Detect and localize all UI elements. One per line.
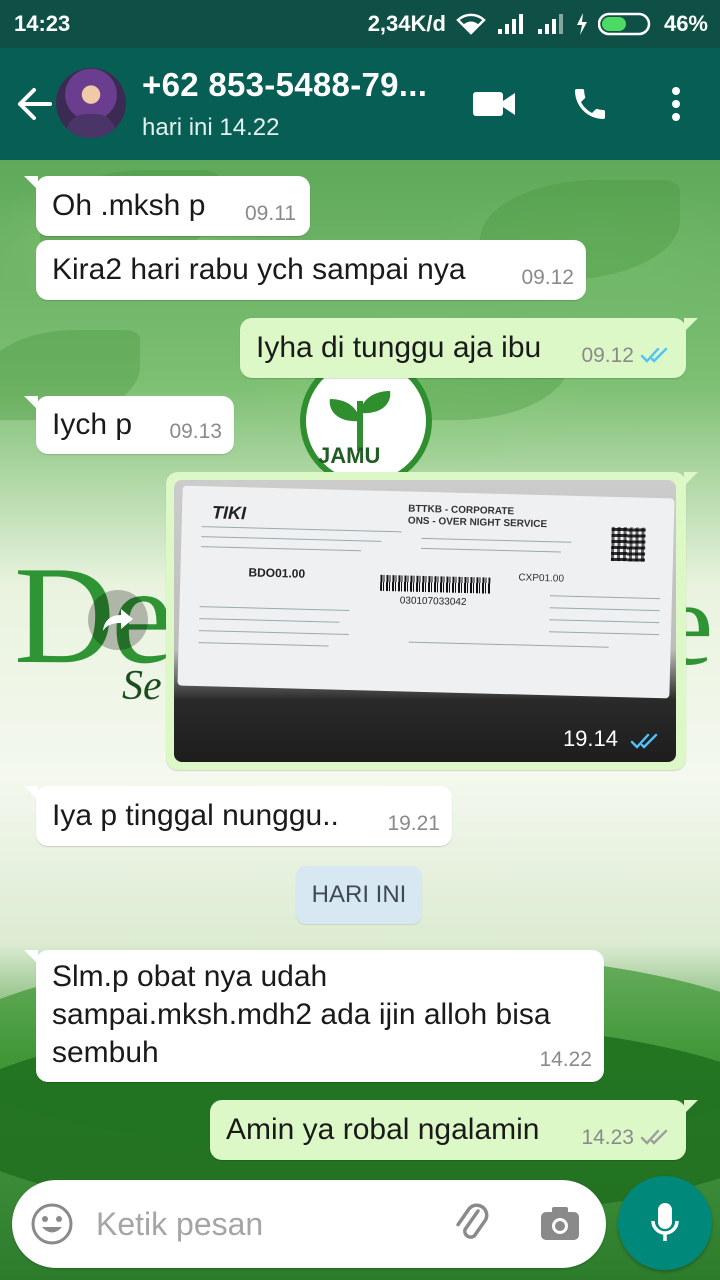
signal-icon-1: [497, 14, 523, 34]
status-time: 14:23: [14, 11, 71, 36]
message-time: 09.11: [245, 202, 296, 225]
barcode: [380, 574, 491, 594]
status-bar: 14:23 2,34K/d 46%: [0, 0, 720, 48]
chat-header: +62 853-5488-79... hari ini 14.22: [0, 48, 720, 160]
message-time: 19.21: [387, 812, 440, 835]
message-text: Oh .mksh p: [52, 189, 206, 222]
message-time: 19.14: [562, 726, 618, 751]
message-time: 09.13: [169, 420, 222, 443]
shipping-receipt: TIKI BTTKB - CORPORATE ONS - OVER NIGHT …: [177, 485, 675, 699]
microphone-icon: [651, 1203, 679, 1241]
message-time: 09.12: [521, 266, 574, 289]
receipt-company: BTTKB - CORPORATE ONS - OVER NIGHT SERVI…: [407, 503, 548, 531]
brand-tagline: Se: [122, 663, 162, 709]
battery-percent: 46%: [663, 11, 708, 36]
more-vertical-icon: [672, 87, 680, 121]
message-outgoing-image[interactable]: TIKI BTTKB - CORPORATE ONS - OVER NIGHT …: [166, 472, 698, 770]
read-ticks-icon: [630, 733, 658, 749]
wifi-icon: [456, 13, 486, 35]
message-text: Iyha di tunggu aja ibu: [256, 331, 542, 364]
message-line: Slm.p obat nya udah: [52, 960, 328, 993]
last-seen: hari ini 14.22: [142, 114, 280, 141]
delivered-ticks-icon: [640, 1129, 668, 1145]
menu-button[interactable]: [652, 80, 700, 128]
message-input[interactable]: Ketik pesan: [96, 1206, 263, 1243]
contact-name[interactable]: +62 853-5488-79...: [142, 66, 427, 104]
message-composer: Ketik pesan: [12, 1180, 606, 1268]
video-call-button[interactable]: [470, 80, 518, 128]
receipt-origin-code: BDO01.00: [248, 565, 306, 581]
message-text: Slm.p obat nya udah sampai.mksh.mdh2 ada…: [52, 958, 551, 1072]
message-incoming[interactable]: Oh .mksh p 09.11: [24, 176, 310, 236]
receipt-photo[interactable]: TIKI BTTKB - CORPORATE ONS - OVER NIGHT …: [174, 480, 676, 762]
message-text: Iych p: [52, 408, 133, 441]
message-line: sembuh: [52, 1036, 159, 1069]
barcode-number: 030107033042: [399, 595, 467, 609]
emoji-icon[interactable]: [30, 1202, 74, 1246]
status-icons: 2,34K/d 46%: [368, 11, 708, 37]
attach-icon[interactable]: [450, 1200, 496, 1246]
network-speed: 2,34K/d: [367, 11, 446, 36]
message-time: 14.22: [539, 1048, 592, 1071]
forward-button[interactable]: [88, 590, 148, 650]
message-incoming[interactable]: Slm.p obat nya udah sampai.mksh.mdh2 ada…: [24, 950, 604, 1082]
forward-arrow-icon: [103, 609, 133, 631]
voice-call-button[interactable]: [566, 80, 614, 128]
read-ticks-icon: [640, 347, 668, 363]
message-incoming[interactable]: Iych p 09.13: [24, 396, 234, 454]
receipt-logo: TIKI: [211, 502, 247, 524]
receipt-dest-code: CXP01.00: [518, 572, 565, 585]
charging-icon: [576, 13, 587, 35]
voice-record-button[interactable]: [618, 1176, 712, 1270]
message-text: Kira2 hari rabu ych sampai nya: [52, 253, 466, 286]
qr-code: [610, 526, 646, 562]
phone-icon: [575, 89, 605, 119]
message-incoming[interactable]: Iya p tinggal nunggu.. 19.21: [24, 786, 452, 846]
video-camera-icon: [473, 92, 515, 116]
message-outgoing[interactable]: Amin ya robal ngalamin 14.23: [210, 1100, 698, 1160]
contact-avatar[interactable]: [56, 68, 126, 138]
message-time: 14.23: [581, 1126, 634, 1149]
date-divider: HARI INI: [296, 866, 422, 924]
message-incoming[interactable]: Kira2 hari rabu ych sampai nya 09.12: [36, 240, 586, 300]
jamu-label: JAMU: [318, 443, 381, 468]
message-line: sampai.mksh.mdh2 ada ijin alloh bisa: [52, 998, 551, 1031]
signal-icon-2: [537, 14, 563, 34]
message-outgoing[interactable]: Iyha di tunggu aja ibu 09.12: [240, 318, 698, 378]
camera-icon[interactable]: [538, 1202, 582, 1246]
message-text: Amin ya robal ngalamin: [226, 1113, 540, 1146]
message-text: Iya p tinggal nunggu..: [52, 799, 339, 832]
back-arrow-icon[interactable]: [14, 84, 54, 124]
message-time: 09.12: [581, 344, 634, 367]
battery-icon: [597, 12, 651, 36]
